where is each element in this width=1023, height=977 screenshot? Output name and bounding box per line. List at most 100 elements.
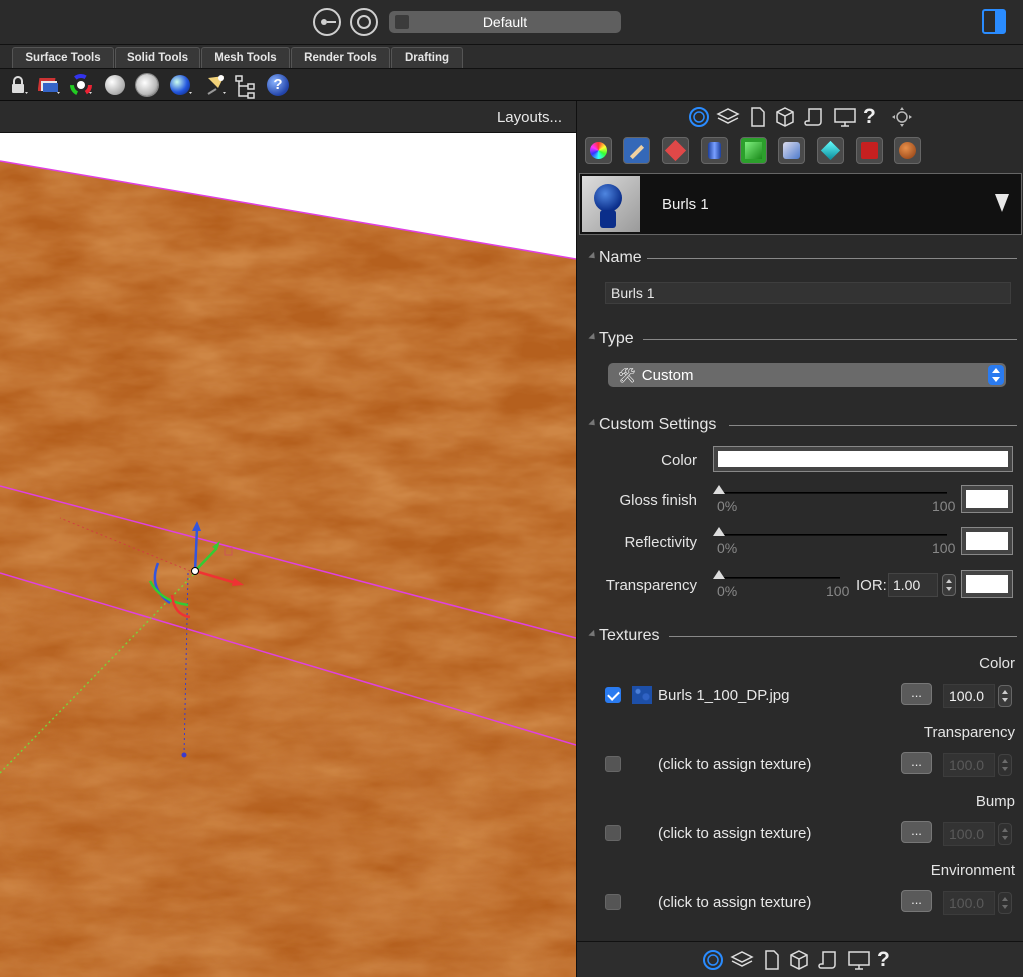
transparency-texture-name[interactable]: (click to assign texture) xyxy=(658,756,811,773)
glass-icon[interactable] xyxy=(778,137,805,164)
page-icon[interactable] xyxy=(747,106,769,128)
layout-swatch-icon xyxy=(395,15,409,29)
page-icon[interactable] xyxy=(761,949,783,971)
color-wheel-icon[interactable] xyxy=(70,74,92,96)
environment-texture-checkbox[interactable] xyxy=(605,894,621,910)
lock-icon[interactable] xyxy=(8,74,30,96)
texture-ball-icon[interactable] xyxy=(894,137,921,164)
layout-select[interactable]: Default xyxy=(389,11,621,33)
tab-render-tools[interactable]: Render Tools xyxy=(291,47,390,68)
gloss-slider[interactable]: 0% 100 xyxy=(713,485,955,517)
color-texture-heading: Color xyxy=(979,655,1015,672)
transparency-label: Transparency xyxy=(605,577,697,594)
bump-texture-heading: Bump xyxy=(975,793,1015,810)
environment-texture-amount-input: 100.0 xyxy=(943,891,995,915)
osnap-icon[interactable] xyxy=(350,8,378,36)
select-chevron-icon xyxy=(988,365,1004,385)
bump-texture-name[interactable]: (click to assign texture) xyxy=(658,825,811,842)
tab-surface-tools[interactable]: Surface Tools xyxy=(12,47,114,68)
properties-icon[interactable] xyxy=(688,106,710,128)
spotlight-icon[interactable] xyxy=(204,74,226,96)
section-divider xyxy=(729,425,1017,426)
material-name-input[interactable]: Burls 1 xyxy=(605,282,1011,304)
layers-icon[interactable] xyxy=(716,106,740,128)
material-selector[interactable]: Burls 1 xyxy=(579,173,1022,235)
plastic-icon[interactable] xyxy=(662,137,689,164)
blue-sphere-icon[interactable] xyxy=(170,74,192,96)
ior-input[interactable]: 1.00 xyxy=(888,573,938,597)
material-category-bar xyxy=(577,133,1023,171)
environment-texture-browse-button[interactable]: ... xyxy=(901,890,932,912)
object-icon[interactable] xyxy=(774,106,796,128)
transparency-color-swatch[interactable] xyxy=(961,570,1013,598)
object-icon[interactable] xyxy=(788,949,810,971)
monitor-icon[interactable] xyxy=(833,106,856,128)
reflectivity-slider[interactable]: 0% 100 xyxy=(713,527,955,559)
gloss-color-swatch[interactable] xyxy=(961,485,1013,513)
color-texture-amount-stepper[interactable] xyxy=(998,685,1012,707)
section-divider xyxy=(647,258,1017,259)
help-icon[interactable]: ? xyxy=(267,74,289,96)
reflectivity-min-label: 0% xyxy=(717,540,738,556)
bump-texture-checkbox[interactable] xyxy=(605,825,621,841)
render-toolbar: ? xyxy=(0,69,1023,101)
reflectivity-max-label: 100 xyxy=(932,540,956,556)
environment-texture-amount-stepper xyxy=(998,892,1012,914)
bump-texture-browse-button[interactable]: ... xyxy=(901,821,932,843)
material-name-label: Burls 1 xyxy=(662,196,709,213)
paper-icon[interactable] xyxy=(740,137,767,164)
environment-texture-name[interactable]: (click to assign texture) xyxy=(658,894,811,911)
gloss-label: Gloss finish xyxy=(619,492,697,509)
help-icon[interactable]: ? xyxy=(877,949,899,971)
tab-drafting[interactable]: Drafting xyxy=(391,47,463,68)
color-texture-amount-input[interactable]: 100.0 xyxy=(943,684,995,708)
bump-texture-amount-input: 100.0 xyxy=(943,822,995,846)
emission-icon[interactable] xyxy=(856,137,883,164)
slider-thumb[interactable] xyxy=(713,527,725,536)
layers-icon[interactable] xyxy=(37,74,60,96)
sidebar-toggle-icon[interactable] xyxy=(982,9,1006,34)
properties-icon[interactable] xyxy=(702,949,724,971)
transparency-slider[interactable]: 0% 100 xyxy=(713,570,849,602)
color-texture-browse-button[interactable]: ... xyxy=(901,683,932,705)
gloss-min-label: 0% xyxy=(717,498,738,514)
custom-settings-title: Custom Settings xyxy=(599,416,717,433)
perspective-viewport[interactable] xyxy=(0,133,576,977)
gem-icon[interactable] xyxy=(817,137,844,164)
color-wheel-icon[interactable] xyxy=(585,137,612,164)
material-type-select[interactable]: 🛠 Custom xyxy=(608,363,1006,387)
scroll-icon[interactable] xyxy=(817,949,839,971)
tools-icon: 🛠 xyxy=(618,367,636,383)
transparency-texture-heading: Transparency xyxy=(923,724,1015,741)
slider-thumb[interactable] xyxy=(713,485,725,494)
slider-thumb[interactable] xyxy=(713,570,725,579)
paint-icon[interactable] xyxy=(623,137,650,164)
reflectivity-color-swatch[interactable] xyxy=(961,527,1013,555)
section-divider xyxy=(669,636,1017,637)
color-texture-name[interactable]: Burls 1_100_DP.jpg xyxy=(658,687,789,704)
properties-panel: ? Burls 1 Name Burls 1 Type 🛠 Custom Cus… xyxy=(576,101,1023,977)
sphere-icon[interactable] xyxy=(104,74,126,96)
color-swatch[interactable] xyxy=(713,446,1013,472)
tab-solid-tools[interactable]: Solid Tools xyxy=(115,47,200,68)
hierarchy-icon[interactable] xyxy=(234,74,256,99)
scroll-icon[interactable] xyxy=(803,106,825,128)
layout-select-label: Default xyxy=(482,14,528,30)
layouts-button[interactable]: Layouts... xyxy=(497,109,562,126)
transparency-texture-checkbox[interactable] xyxy=(605,756,621,772)
help-icon[interactable]: ? xyxy=(863,106,885,128)
type-select-label: Custom xyxy=(641,367,694,384)
color-texture-checkbox[interactable] xyxy=(605,687,621,703)
grid-sphere-icon[interactable] xyxy=(136,74,158,96)
gumball-icon[interactable] xyxy=(313,8,341,36)
metal-icon[interactable] xyxy=(701,137,728,164)
ior-stepper[interactable] xyxy=(942,574,956,596)
dropdown-arrow-icon[interactable] xyxy=(995,194,1009,212)
transparency-texture-browse-button[interactable]: ... xyxy=(901,752,932,774)
material-preview xyxy=(582,176,640,232)
move-icon[interactable] xyxy=(891,106,913,128)
tab-mesh-tools[interactable]: Mesh Tools xyxy=(201,47,290,68)
layers-icon[interactable] xyxy=(730,949,754,971)
monitor-icon[interactable] xyxy=(847,949,870,971)
transparency-max-label: 100 xyxy=(826,583,850,599)
